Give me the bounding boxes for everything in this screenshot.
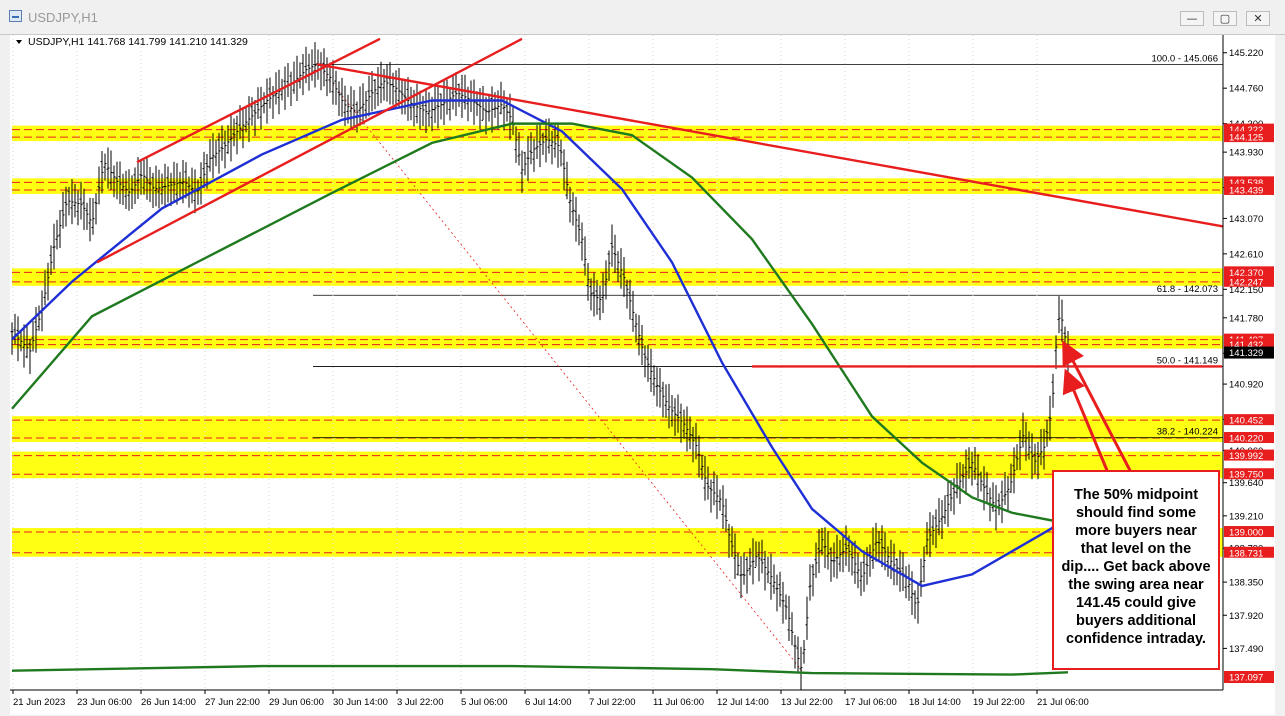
time-tick-label: 26 Jun 14:00	[141, 697, 196, 708]
chart-header: USDJPY,H1 141.768 141.799 141.210 141.32…	[16, 36, 248, 48]
window-title: USDJPY,H1	[28, 10, 98, 25]
fib-label: 50.0 - 141.149	[1157, 355, 1218, 366]
ohlc-header: USDJPY,H1 141.768 141.799 141.210 141.32…	[28, 36, 248, 48]
price-tick-label: 143.070	[1229, 214, 1263, 225]
price-tick-label: 137.490	[1229, 644, 1263, 655]
price-tick-label: 138.350	[1229, 578, 1263, 589]
bottom-price-label: 137.097	[1229, 673, 1263, 684]
zone-price-label: 142.247	[1229, 277, 1263, 288]
zone-price-label: 138.731	[1229, 548, 1263, 559]
annotation-box: The 50% midpoint should find some more b…	[1052, 470, 1220, 670]
close-button[interactable]: ✕	[1246, 11, 1270, 26]
fib-label: 61.8 - 142.073	[1157, 284, 1218, 295]
price-axis: 145.220144.760144.300143.930143.470143.0…	[1222, 35, 1275, 715]
price-tick-label: 143.930	[1229, 148, 1263, 159]
time-tick-label: 29 Jun 06:00	[269, 697, 324, 708]
fib-label: 38.2 - 140.224	[1157, 427, 1218, 438]
price-tick-label: 145.220	[1229, 48, 1263, 59]
zone-band	[12, 335, 1223, 349]
time-tick-label: 3 Jul 22:00	[397, 697, 443, 708]
time-tick-label: 21 Jun 2023	[13, 697, 65, 708]
zone-price-label: 140.220	[1229, 434, 1263, 445]
price-tick-label: 139.210	[1229, 511, 1263, 522]
time-tick-label: 13 Jul 22:00	[781, 697, 833, 708]
price-tick-label: 144.760	[1229, 84, 1263, 95]
time-tick-label: 30 Jun 14:00	[333, 697, 388, 708]
time-tick-label: 12 Jul 14:00	[717, 697, 769, 708]
zone-price-label: 139.750	[1229, 470, 1263, 481]
price-tick-label: 142.610	[1229, 249, 1263, 260]
price-tick-label: 140.920	[1229, 380, 1263, 391]
zone-price-label: 139.000	[1229, 528, 1263, 539]
maximize-button[interactable]: ▢	[1213, 11, 1237, 26]
time-tick-label: 19 Jul 22:00	[973, 697, 1025, 708]
zone-price-label: 140.452	[1229, 416, 1263, 427]
time-tick-label: 7 Jul 22:00	[589, 697, 635, 708]
time-tick-label: 21 Jul 06:00	[1037, 697, 1089, 708]
time-tick-label: 11 Jul 06:00	[653, 697, 704, 708]
chart-window-icon	[9, 10, 22, 22]
title-bar: USDJPY,H1 — ▢ ✕	[0, 0, 1285, 35]
time-tick-label: 23 Jun 06:00	[77, 697, 132, 708]
price-tick-label: 141.780	[1229, 313, 1263, 324]
time-tick-label: 18 Jul 14:00	[909, 697, 961, 708]
minimize-button[interactable]: —	[1180, 11, 1204, 26]
price-tick-label: 137.920	[1229, 611, 1263, 622]
time-tick-label: 27 Jun 22:00	[205, 697, 260, 708]
zone-price-label: 144.125	[1229, 133, 1263, 144]
moving-average-line	[11, 664, 1069, 676]
time-tick-label: 5 Jul 06:00	[461, 697, 507, 708]
current-price-label: 141.329	[1229, 348, 1263, 359]
symbol-dropdown-icon[interactable]	[16, 40, 22, 44]
time-tick-label: 6 Jul 14:00	[525, 697, 571, 708]
trendline	[136, 37, 381, 164]
fib-label: 100.0 - 145.066	[1151, 54, 1218, 65]
zone-price-label: 139.992	[1229, 451, 1263, 462]
time-tick-label: 17 Jul 06:00	[845, 697, 897, 708]
zone-price-label: 143.439	[1229, 185, 1263, 196]
trendline	[316, 63, 1231, 229]
time-axis: 21 Jun 2023 23 Jun 06:00 26 Jun 14:00 27 Ju…	[10, 689, 1275, 715]
fib-diagonal	[316, 64, 803, 671]
